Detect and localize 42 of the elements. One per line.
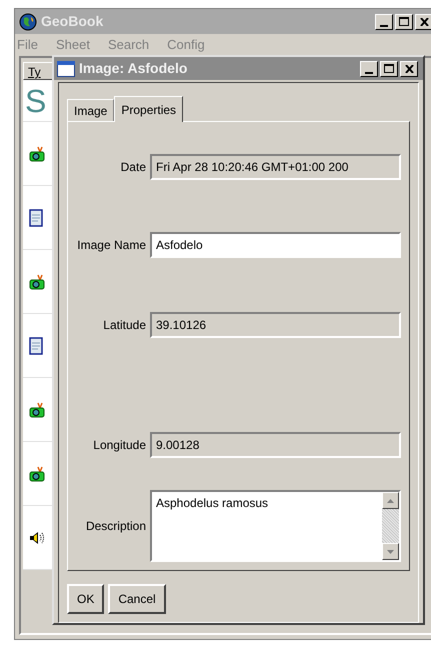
scroll-down-button[interactable]: [382, 543, 399, 560]
maximize-button[interactable]: [380, 60, 398, 76]
field-label: Latitude: [102, 317, 147, 334]
close-button[interactable]: [400, 60, 418, 76]
camera-icon: [29, 274, 45, 290]
text-field[interactable]: Fri Apr 28 10:20:46 GMT+01:00 200: [150, 154, 401, 180]
maximize-icon: [384, 64, 394, 73]
text-field[interactable]: 9.00128: [150, 432, 401, 458]
window-title: GeoBook: [41, 12, 104, 31]
field-label: Date: [120, 159, 147, 176]
close-icon: [420, 18, 428, 26]
minimize-icon: [380, 24, 388, 26]
text-field[interactable]: 39.10126: [150, 312, 401, 338]
camera-icon: [29, 466, 45, 482]
field-label: Longitude: [92, 437, 147, 454]
dialog-button[interactable]: OK: [67, 584, 104, 614]
text-area[interactable]: Asphodelus ramosus: [150, 490, 401, 562]
dialog-title: Image: Asfodelo: [79, 59, 188, 78]
close-icon: [404, 64, 414, 72]
field-label: Image Name: [76, 237, 147, 254]
document-icon: [29, 336, 43, 354]
dialog-button[interactable]: Cancel: [108, 584, 166, 614]
globe-icon: [19, 12, 37, 30]
scroll-up-button[interactable]: [382, 492, 399, 509]
camera-icon: [29, 402, 45, 418]
up-arrow-icon: [387, 498, 394, 502]
window-icon: [57, 60, 75, 76]
close-button[interactable]: [415, 14, 431, 30]
minimize-icon: [365, 72, 373, 74]
tab[interactable]: Image: [67, 99, 114, 121]
tab[interactable]: Properties: [114, 96, 184, 122]
maximize-button[interactable]: [395, 14, 413, 30]
speaker-icon: [29, 530, 45, 546]
minimize-button[interactable]: [360, 60, 378, 76]
field-label: Description: [84, 518, 147, 535]
description-text: Asphodelus ramosus: [155, 495, 270, 512]
maximize-icon: [399, 17, 409, 26]
document-icon: [29, 208, 43, 226]
camera-icon: [29, 146, 45, 162]
text-field[interactable]: Asfodelo: [150, 232, 401, 258]
down-arrow-icon: [387, 550, 394, 554]
minimize-button[interactable]: [375, 14, 393, 30]
